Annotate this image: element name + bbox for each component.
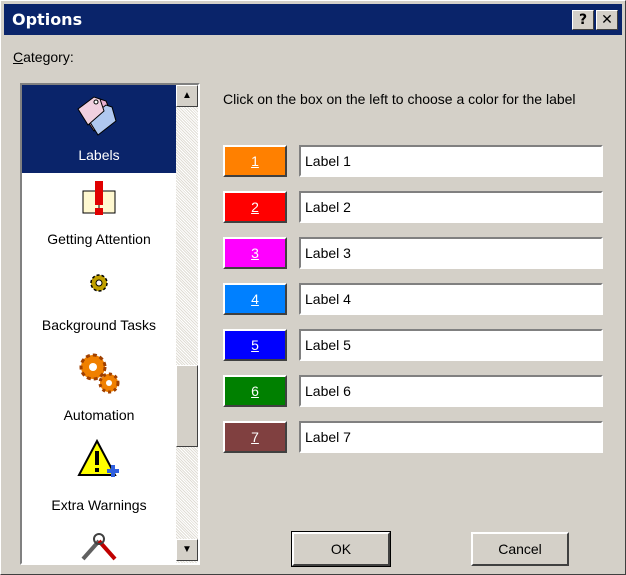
- category-label-labels: Labels: [78, 147, 120, 163]
- category-items: Labels Getting Attention Background Task…: [22, 85, 176, 563]
- gear-small-icon: [87, 271, 111, 298]
- ok-button[interactable]: OK: [291, 531, 391, 567]
- category-item-extra-warnings[interactable]: Extra Warnings: [22, 435, 176, 521]
- scroll-up-button[interactable]: ▲: [176, 85, 198, 107]
- scroll-down-button[interactable]: ▼: [176, 539, 198, 561]
- category-label-automation: Automation: [63, 407, 135, 423]
- category-label-extra-warnings: Extra Warnings: [51, 497, 147, 513]
- orange-gears-icon: [77, 351, 121, 398]
- category-label-background-tasks: Background Tasks: [41, 317, 157, 333]
- color-button-2[interactable]: 2: [223, 191, 287, 223]
- window-title: Options: [12, 10, 83, 29]
- category-item-tools[interactable]: [22, 523, 176, 563]
- help-button[interactable]: ?: [572, 10, 594, 30]
- category-list[interactable]: Labels Getting Attention Background Task…: [20, 83, 200, 565]
- label-name-field-1[interactable]: [299, 145, 603, 177]
- category-scrollbar[interactable]: ▲ ▼: [176, 85, 198, 563]
- category-label: Category:: [13, 49, 74, 65]
- options-dialog: Options ? ✕ Category: Labels Getting Att…: [0, 0, 626, 575]
- category-item-background-tasks[interactable]: Background Tasks: [22, 261, 176, 345]
- label-name-field-6[interactable]: [299, 375, 603, 407]
- label-name-field-2[interactable]: [299, 191, 603, 223]
- color-button-6[interactable]: 6: [223, 375, 287, 407]
- category-label-getting-attention: Getting Attention: [47, 231, 151, 247]
- labels-tags-icon: [76, 93, 122, 140]
- scroll-thumb[interactable]: [176, 365, 198, 447]
- label-name-field-4[interactable]: [299, 283, 603, 315]
- instruction-text: Click on the box on the left to choose a…: [223, 91, 576, 107]
- label-name-field-7[interactable]: [299, 421, 603, 453]
- color-button-5[interactable]: 5: [223, 329, 287, 361]
- label-name-field-5[interactable]: [299, 329, 603, 361]
- cancel-button[interactable]: Cancel: [471, 532, 569, 566]
- exclamation-book-icon: [79, 179, 119, 222]
- close-button[interactable]: ✕: [596, 10, 618, 30]
- category-item-automation[interactable]: Automation: [22, 347, 176, 433]
- color-button-1[interactable]: 1: [223, 145, 287, 177]
- color-button-4[interactable]: 4: [223, 283, 287, 315]
- title-bar[interactable]: Options ? ✕: [4, 4, 622, 35]
- warning-plus-icon: [77, 438, 121, 486]
- tools-icon: [77, 531, 121, 563]
- color-button-7[interactable]: 7: [223, 421, 287, 453]
- color-button-3[interactable]: 3: [223, 237, 287, 269]
- category-item-labels[interactable]: Labels: [22, 85, 176, 173]
- category-item-getting-attention[interactable]: Getting Attention: [22, 175, 176, 259]
- label-name-field-3[interactable]: [299, 237, 603, 269]
